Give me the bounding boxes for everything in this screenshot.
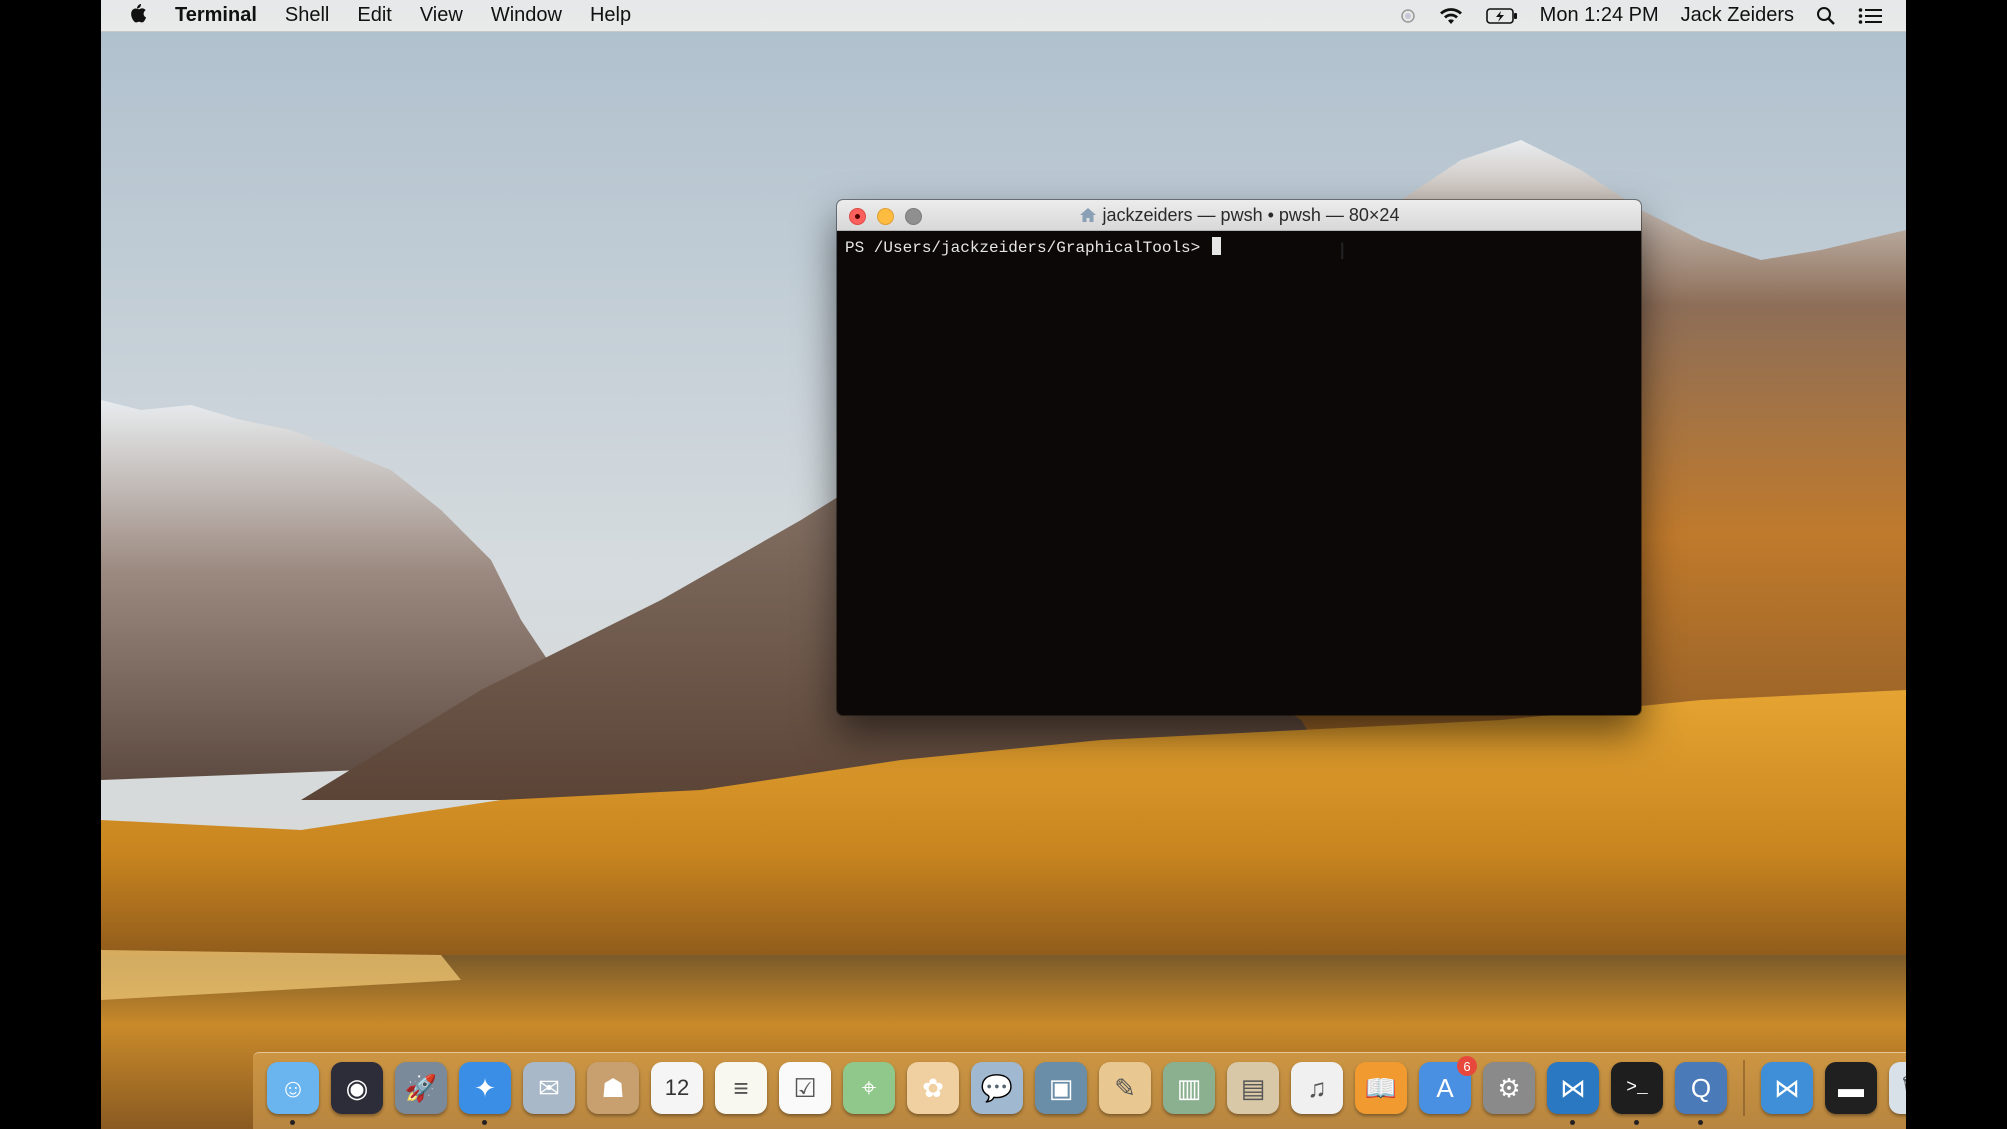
- facetime-icon[interactable]: ▣: [1035, 1062, 1087, 1114]
- terminal-glyph-icon: >_: [1626, 1078, 1648, 1098]
- launchpad-glyph-icon: 🚀: [404, 1072, 438, 1103]
- keynote-icon[interactable]: ▤: [1227, 1062, 1279, 1114]
- clock[interactable]: Mon 1:24 PM: [1529, 4, 1670, 27]
- menu-window[interactable]: Window: [477, 4, 576, 27]
- system-preferences-icon[interactable]: ⚙: [1483, 1062, 1535, 1114]
- pages-glyph-icon: ✎: [1114, 1072, 1136, 1103]
- menu-view[interactable]: View: [406, 4, 477, 27]
- terminal-title: jackzeiders — pwsh • pwsh — 80×24: [1102, 204, 1400, 225]
- mail-glyph-icon: ✉: [538, 1072, 560, 1103]
- ibooks-icon[interactable]: 📖: [1355, 1062, 1407, 1114]
- trash-icon[interactable]: 🗑: [1889, 1062, 1906, 1114]
- terminal-content[interactable]: PS /Users/jackzeiders/GraphicalTools>: [837, 231, 1641, 263]
- terminal-icon[interactable]: >_: [1611, 1062, 1663, 1125]
- numbers-glyph-icon: ▥: [1176, 1072, 1202, 1103]
- running-indicator: [1570, 1120, 1575, 1125]
- facetime-glyph-icon: ▣: [1048, 1072, 1074, 1103]
- vscode-insiders-icon[interactable]: ⋈: [1761, 1062, 1813, 1114]
- finder-glyph-icon: ☺: [279, 1072, 307, 1103]
- dock: ☺ ◉ 🚀 ✦ ✉ ☗ 12 ≡ ☑ ⌖ ✿ 💬 ▣ ✎ ▥ ▤ ♫ 📖 A6 ⚙ ⋈ >_ Q ⋈ ▬ 🗑: [253, 1052, 1906, 1129]
- safari-glyph-icon: ✦: [474, 1072, 496, 1103]
- calendar-glyph-icon: 12: [664, 1075, 690, 1100]
- launchpad-icon[interactable]: 🚀: [395, 1062, 447, 1114]
- itunes-icon[interactable]: ♫: [1291, 1062, 1343, 1114]
- home-folder-icon: [1079, 208, 1096, 222]
- minimized-window-glyph-icon: ▬: [1838, 1072, 1864, 1103]
- photos-icon[interactable]: ✿: [907, 1062, 959, 1114]
- running-indicator: [1634, 1120, 1639, 1125]
- quicktime-icon[interactable]: Q: [1675, 1062, 1727, 1125]
- reminders-glyph-icon: ☑: [793, 1072, 817, 1103]
- messages-icon[interactable]: 💬: [971, 1062, 1023, 1114]
- contacts-icon[interactable]: ☗: [587, 1062, 639, 1114]
- maps-glyph-icon: ⌖: [861, 1072, 877, 1102]
- running-indicator: [290, 1120, 295, 1125]
- system-preferences-glyph-icon: ⚙: [1497, 1072, 1521, 1103]
- text-cursor: [1211, 237, 1221, 255]
- vscode-icon[interactable]: ⋈: [1547, 1062, 1599, 1125]
- maps-icon[interactable]: ⌖: [843, 1062, 895, 1114]
- zoom-button[interactable]: [905, 208, 922, 225]
- mail-icon[interactable]: ✉: [523, 1062, 575, 1114]
- terminal-titlebar[interactable]: jackzeiders — pwsh • pwsh — 80×24: [837, 200, 1641, 231]
- itunes-glyph-icon: ♫: [1307, 1072, 1327, 1103]
- desktop: Terminal Shell Edit View Window Help Mon…: [101, 0, 1906, 1129]
- running-indicator: [1698, 1120, 1703, 1125]
- menu-help[interactable]: Help: [576, 4, 645, 27]
- dock-separator: [1743, 1060, 1745, 1116]
- ibooks-glyph-icon: 📖: [1364, 1072, 1398, 1103]
- pages-icon[interactable]: ✎: [1099, 1062, 1151, 1114]
- finder-icon[interactable]: ☺: [267, 1062, 319, 1125]
- apple-logo-icon: [131, 3, 147, 22]
- close-button[interactable]: [849, 208, 866, 225]
- menu-app-name[interactable]: Terminal: [161, 4, 271, 27]
- vscode-insiders-glyph-icon: ⋈: [1774, 1072, 1800, 1103]
- siri-glyph-icon: ◉: [345, 1072, 369, 1103]
- running-indicator: [482, 1120, 487, 1125]
- safari-icon[interactable]: ✦: [459, 1062, 511, 1125]
- vscode-glyph-icon: ⋈: [1560, 1072, 1586, 1103]
- photos-glyph-icon: ✿: [922, 1072, 944, 1103]
- reminders-icon[interactable]: ☑: [779, 1062, 831, 1114]
- menu-edit[interactable]: Edit: [343, 4, 405, 27]
- notes-icon[interactable]: ≡: [715, 1062, 767, 1114]
- ibeam-cursor-icon: I: [1339, 240, 1346, 265]
- numbers-icon[interactable]: ▥: [1163, 1062, 1215, 1114]
- menu-bar: Terminal Shell Edit View Window Help Mon…: [101, 0, 1906, 32]
- siri-icon[interactable]: ◉: [331, 1062, 383, 1114]
- quicktime-glyph-icon: Q: [1690, 1072, 1712, 1103]
- terminal-prompt: PS /Users/jackzeiders/GraphicalTools>: [845, 239, 1210, 257]
- contacts-glyph-icon: ☗: [601, 1072, 625, 1103]
- notification-center-icon[interactable]: [1847, 7, 1906, 25]
- minimize-button[interactable]: [877, 208, 894, 225]
- wifi-icon[interactable]: [1427, 6, 1475, 26]
- notification-badge: 6: [1457, 1056, 1477, 1076]
- user-name[interactable]: Jack Zeiders: [1670, 4, 1805, 27]
- status-area: Mon 1:24 PM Jack Zeiders: [1389, 4, 1906, 27]
- apple-menu-icon[interactable]: [101, 2, 161, 30]
- battery-charging-icon[interactable]: [1475, 7, 1529, 25]
- notes-glyph-icon: ≡: [733, 1072, 749, 1103]
- siri-dot-icon[interactable]: [1389, 8, 1427, 24]
- app-store-icon[interactable]: A6: [1419, 1056, 1477, 1114]
- trash-glyph-icon: 🗑: [1898, 1073, 1906, 1104]
- messages-glyph-icon: 💬: [980, 1072, 1014, 1103]
- spotlight-search-icon[interactable]: [1805, 6, 1847, 26]
- menu-shell[interactable]: Shell: [271, 4, 343, 27]
- keynote-glyph-icon: ▤: [1240, 1072, 1266, 1103]
- minimized-window-icon[interactable]: ▬: [1825, 1062, 1877, 1114]
- terminal-window[interactable]: jackzeiders — pwsh • pwsh — 80×24 PS /Us…: [837, 200, 1641, 715]
- calendar-icon[interactable]: 12: [651, 1062, 703, 1114]
- app-store-glyph-icon: A: [1436, 1072, 1454, 1103]
